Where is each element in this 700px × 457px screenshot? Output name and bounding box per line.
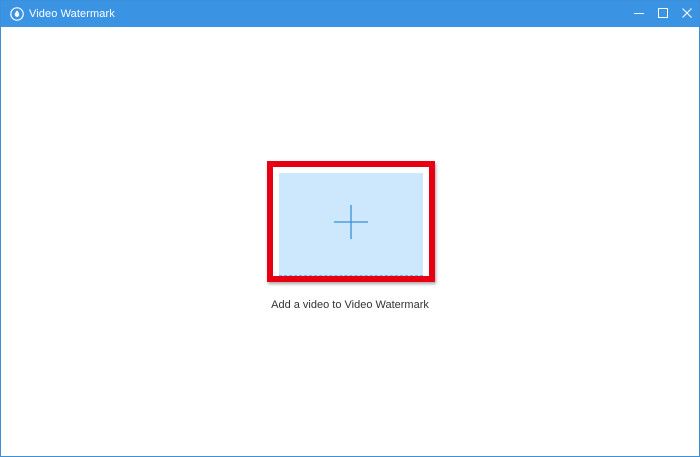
maximize-icon [658,5,668,23]
app-window: Video Watermark Add a video to Video Wat… [0,0,700,457]
close-icon [682,5,692,23]
add-video-dropzone[interactable] [279,173,423,276]
window-controls [627,1,699,27]
main-content: Add a video to Video Watermark [1,27,699,456]
highlight-frame [267,161,435,282]
minimize-icon [634,5,644,23]
plus-icon [334,204,368,244]
title-bar: Video Watermark [1,1,699,27]
add-video-caption: Add a video to Video Watermark [271,299,429,311]
minimize-button[interactable] [627,1,651,27]
maximize-button[interactable] [651,1,675,27]
app-logo-icon [10,7,24,21]
window-title: Video Watermark [29,8,115,20]
close-button[interactable] [675,1,699,27]
